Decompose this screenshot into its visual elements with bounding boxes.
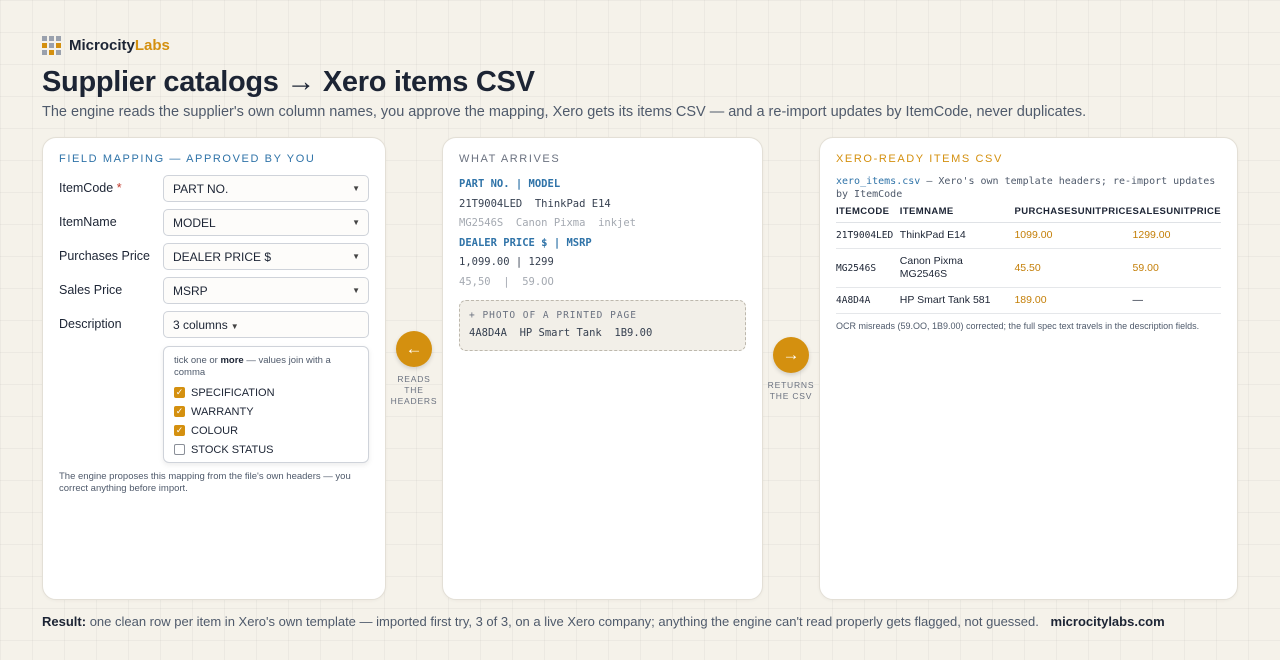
cell-itemname: ThinkPad E14 (899, 222, 1015, 249)
cell-purchase-price: 189.00 (1014, 287, 1133, 314)
caret-down-icon: ▼ (352, 286, 360, 295)
source-row: MG2546S Canon Pixma inkjet (459, 217, 637, 229)
column-header: PURCHASESUNITPRICE (1014, 202, 1133, 223)
source-header-line: PART NO. | MODEL (459, 178, 561, 190)
logo-grid-icon (42, 36, 61, 55)
field-mapping-card: FIELD MAPPING — APPROVED BY YOU ItemCode… (42, 137, 386, 600)
cell-sales-price: 1299.00 (1132, 222, 1221, 249)
option-colour[interactable]: ✓ COLOUR (174, 421, 358, 440)
column-header: ITEMCODE (836, 202, 900, 223)
mapping-label: Description (59, 317, 122, 331)
caret-down-icon: ▼ (352, 184, 360, 193)
checkbox-checked-icon[interactable]: ✓ (174, 406, 185, 417)
what-arrives-title: WHAT ARRIVES (459, 153, 561, 165)
table-row: 4A8D4A HP Smart Tank 581 189.00 — (836, 287, 1221, 314)
csv-table: ITEMCODE ITEMNAME PURCHASESUNITPRICE SAL… (836, 202, 1221, 314)
page-subtitle: The engine reads the supplier's own colu… (42, 104, 1087, 120)
cell-itemcode: MG2546S (836, 248, 900, 288)
returns-csv-caption: RETURNS THE CSV (767, 380, 815, 401)
mapping-label: ItemName (59, 215, 117, 229)
sales-price-select[interactable]: MSRP ▼ (163, 277, 369, 304)
mapping-label: ItemCode * (59, 181, 122, 195)
page-title: Supplier catalogs → Xero items CSV (42, 66, 535, 98)
cell-itemcode: 21T9004LED (836, 222, 900, 249)
reads-headers-caption: READS THE HEADERS (390, 374, 438, 406)
site-link[interactable]: microcitylabs.com (1051, 614, 1165, 629)
checkbox-checked-icon[interactable]: ✓ (174, 387, 185, 398)
xero-csv-card: XERO-READY ITEMS CSV xero_items.csv — Xe… (819, 137, 1238, 600)
table-row: 21T9004LED ThinkPad E14 1099.00 1299.00 (836, 222, 1221, 249)
table-row: MG2546S Canon Pixma MG2546S 45.50 59.00 (836, 248, 1221, 288)
column-header: SALESUNITPRICE (1132, 202, 1221, 223)
caret-down-icon: ▼ (352, 252, 360, 261)
mapping-row-itemname: ItemName MODEL ▼ (59, 209, 369, 236)
result-line: Result: one clean row per item in Xero's… (42, 614, 1165, 629)
option-warranty[interactable]: ✓ WARRANTY (174, 402, 358, 421)
caret-down-icon: ▼ (230, 322, 239, 331)
required-marker: * (116, 181, 122, 195)
printed-page-photo: + PHOTO OF A PRINTED PAGE 4A8D4A HP Smar… (459, 300, 746, 351)
description-dropdown: tick one or more — values join with a co… (163, 346, 369, 463)
brand: Microcity Labs (42, 36, 170, 55)
dropdown-hint: tick one or more — values join with a co… (174, 355, 331, 378)
itemcode-select[interactable]: PART NO. ▼ (163, 175, 369, 202)
option-specification[interactable]: ✓ SPECIFICATION (174, 383, 358, 402)
checkbox-checked-icon[interactable]: ✓ (174, 425, 185, 436)
arrow-right-icon[interactable]: → (773, 337, 809, 373)
mapping-row-itemcode: ItemCode * PART NO. ▼ (59, 175, 369, 202)
csv-note: OCR misreads (59.OO, 1B9.00) corrected; … (836, 321, 1200, 331)
cell-itemcode: 4A8D4A (836, 287, 900, 314)
photo-value: 4A8D4A HP Smart Tank 1B9.00 (469, 327, 653, 339)
result-label: Result: (42, 614, 87, 629)
brand-accent: Labs (134, 37, 170, 54)
checkbox-unchecked-icon[interactable] (174, 444, 185, 455)
csv-header-row: ITEMCODE ITEMNAME PURCHASESUNITPRICE SAL… (836, 202, 1221, 223)
source-row: 1,099.00 | 1299 (459, 256, 554, 268)
mapping-row-sales-price: Sales Price MSRP ▼ (59, 277, 369, 304)
itemname-select[interactable]: MODEL ▼ (163, 209, 369, 236)
cell-sales-price: — (1132, 287, 1221, 314)
source-row: 21T9004LED ThinkPad E14 (459, 198, 611, 210)
cell-itemname: HP Smart Tank 581 (899, 287, 1015, 314)
what-arrives-card: WHAT ARRIVES PART NO. | MODEL 21T9004LED… (442, 137, 763, 600)
arrow-left-icon[interactable]: ← (396, 331, 432, 367)
photo-caption: + PHOTO OF A PRINTED PAGE (469, 310, 637, 321)
csv-filename[interactable]: xero_items.csv (836, 176, 920, 187)
mapping-label: Sales Price (59, 283, 123, 297)
cell-purchase-price: 45.50 (1014, 248, 1133, 288)
mapping-note: The engine proposes this mapping from th… (59, 471, 351, 494)
cell-sales-price: 59.00 (1132, 248, 1221, 288)
option-stock-status[interactable]: STOCK STATUS (174, 440, 358, 459)
csv-file-line: xero_items.csv — Xero's own template hea… (836, 176, 1216, 200)
source-header-line: DEALER PRICE $ | MSRP (459, 237, 592, 249)
mapping-row-description: Description 3 columns ▼ (59, 311, 369, 338)
source-row: 45,50 | 59.OO (459, 276, 554, 288)
mapping-row-purchases-price: Purchases Price DEALER PRICE $ ▼ (59, 243, 369, 270)
cell-itemname: Canon Pixma MG2546S (899, 248, 1015, 288)
field-mapping-title: FIELD MAPPING — APPROVED BY YOU (59, 153, 316, 165)
cell-purchase-price: 1099.00 (1014, 222, 1133, 249)
result-text: one clean row per item in Xero's own tem… (89, 614, 1039, 629)
brand-name: Microcity (69, 37, 135, 54)
xero-csv-title: XERO-READY ITEMS CSV (836, 153, 1003, 165)
description-select[interactable]: 3 columns ▼ (163, 311, 369, 338)
caret-down-icon: ▼ (352, 218, 360, 227)
column-header: ITEMNAME (899, 202, 1015, 223)
purchases-price-select[interactable]: DEALER PRICE $ ▼ (163, 243, 369, 270)
mapping-label: Purchases Price (59, 249, 151, 263)
